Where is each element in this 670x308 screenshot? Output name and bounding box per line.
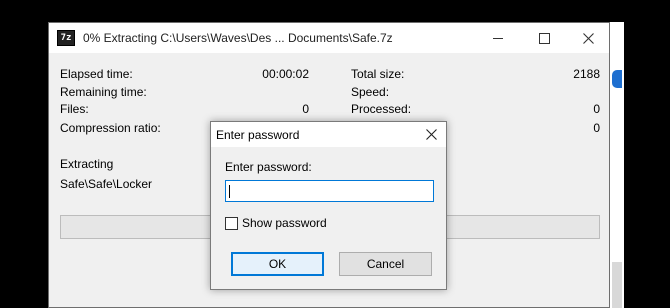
elapsed-time-label: Elapsed time: (60, 67, 133, 81)
close-icon (582, 32, 594, 44)
remaining-time-label: Remaining time: (60, 85, 147, 99)
background-window-scrollbar (612, 262, 622, 308)
cancel-button[interactable]: Cancel (339, 252, 432, 276)
processed-value: 0 (593, 102, 600, 116)
current-file-path: Safe\Safe\Locker (60, 177, 153, 191)
title-bar[interactable]: 7z 0% Extracting C:\Users\Waves\Des ... … (49, 23, 609, 53)
elapsed-time-value: 00:00:02 (262, 67, 309, 81)
processed-label: Processed: (351, 102, 412, 116)
files-value: 0 (302, 102, 309, 116)
close-button[interactable] (565, 23, 611, 53)
dialog-close-button[interactable] (416, 122, 446, 147)
files-label: Files: (60, 102, 89, 116)
7zip-app-icon: 7z (57, 30, 75, 46)
show-password-label[interactable]: Show password (242, 216, 327, 230)
speed-label: Speed: (351, 85, 390, 99)
password-dialog: Enter password Enter password: Show pass… (210, 121, 447, 290)
total-size-value: 2188 (573, 67, 600, 81)
operation-label: Extracting (60, 157, 114, 171)
close-icon (425, 129, 437, 140)
password-prompt-label: Enter password: (225, 160, 312, 174)
dialog-title-bar[interactable]: Enter password (211, 122, 446, 147)
total-size-label: Total size: (351, 67, 405, 81)
desktop-background-left (0, 0, 48, 308)
show-password-checkbox[interactable] (225, 217, 238, 230)
ok-button[interactable]: OK (231, 252, 324, 276)
dialog-title: Enter password (216, 127, 300, 142)
password-input[interactable] (225, 180, 434, 202)
text-caret (229, 185, 230, 198)
background-window-accent (612, 70, 622, 88)
maximize-button[interactable] (521, 23, 567, 53)
packed-size-value: 0 (593, 121, 600, 135)
window-title: 0% Extracting C:\Users\Waves\Des ... Doc… (83, 31, 393, 45)
minimize-button[interactable] (475, 23, 521, 53)
compression-ratio-label: Compression ratio: (60, 121, 161, 135)
